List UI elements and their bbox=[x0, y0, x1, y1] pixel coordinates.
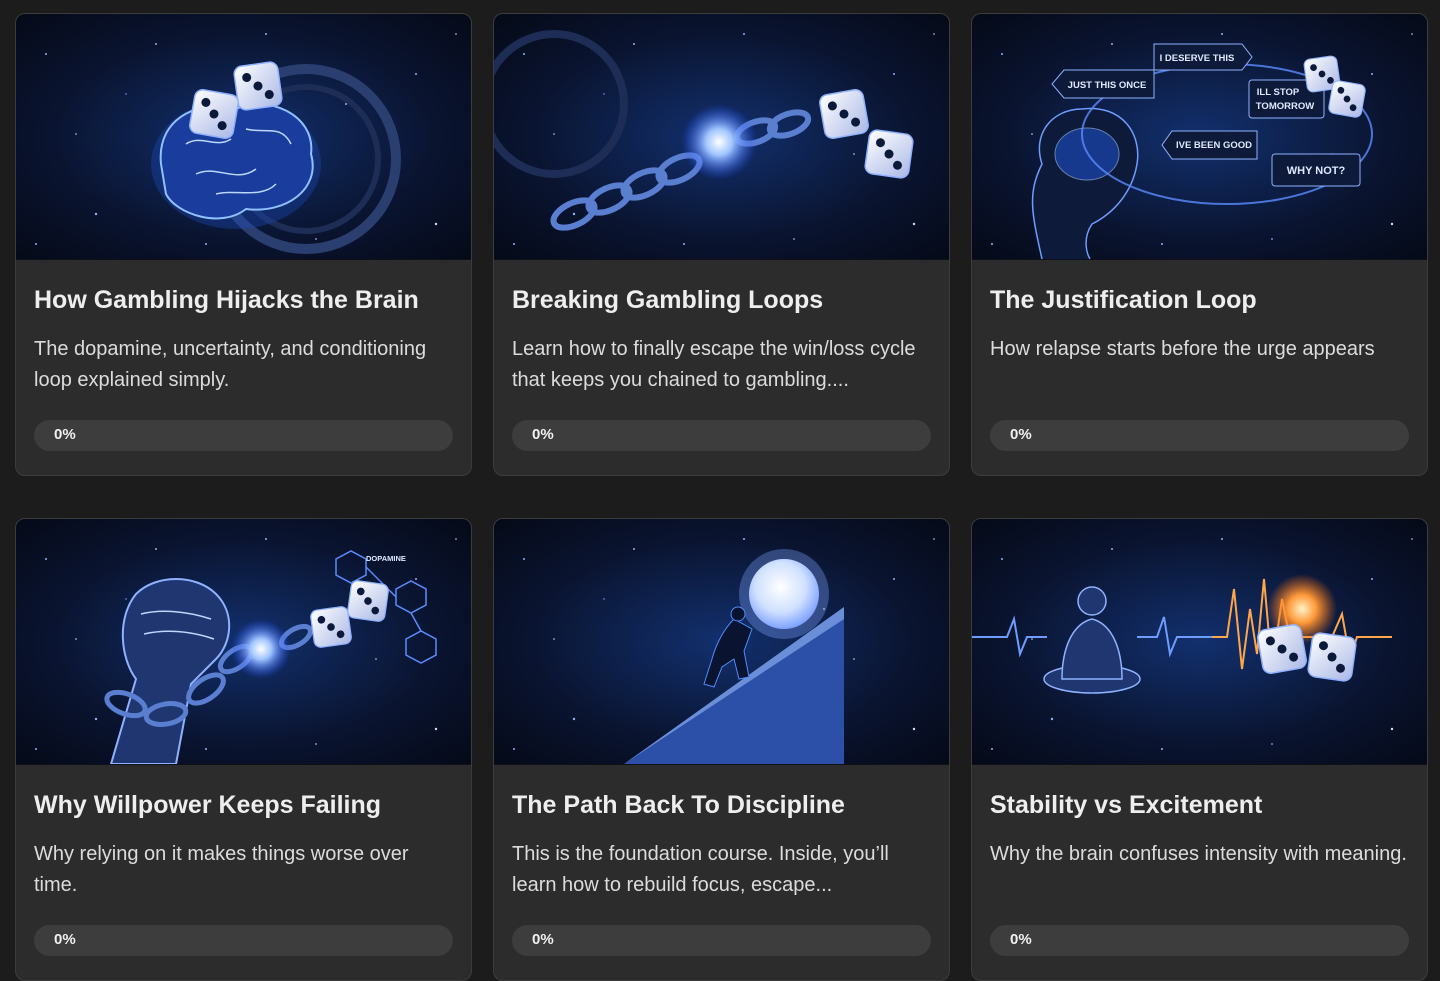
course-title: The Justification Loop bbox=[990, 286, 1257, 314]
progress-bar: 0% bbox=[34, 420, 453, 451]
course-card[interactable]: Stability vs Excitement Why the brain co… bbox=[971, 518, 1428, 981]
chain-dice-illustration bbox=[494, 14, 949, 260]
course-title: Why Willpower Keeps Failing bbox=[34, 791, 382, 819]
tag-ive-been-good: IVE BEEN GOOD bbox=[1176, 140, 1252, 151]
course-card[interactable]: DOPAMINE Why Willpower Keeps Failing Why… bbox=[15, 518, 472, 981]
climber-illustration bbox=[494, 519, 949, 765]
course-title: Breaking Gambling Loops bbox=[512, 286, 824, 314]
tag-i-deserve-this: I DESERVE THIS bbox=[1160, 53, 1235, 64]
course-card[interactable]: The Path Back To Discipline This is the … bbox=[493, 518, 950, 981]
progress-bar: 0% bbox=[990, 925, 1409, 956]
course-description: Why the brain confuses intensity with me… bbox=[990, 843, 1407, 865]
tag-ill-stop: ILL STOP bbox=[1257, 87, 1300, 98]
course-description: Why relying on it makes things worse ove… bbox=[34, 843, 409, 896]
fist-chain-illustration: DOPAMINE bbox=[16, 519, 471, 765]
progress-label: 0% bbox=[1010, 931, 1032, 948]
dopamine-label: DOPAMINE bbox=[366, 554, 406, 563]
progress-bar: 0% bbox=[512, 420, 931, 451]
course-title: Stability vs Excitement bbox=[990, 791, 1263, 819]
course-description: This is the foundation course. Inside, y… bbox=[512, 843, 889, 896]
course-card[interactable]: Breaking Gambling Loops Learn how to fin… bbox=[493, 13, 950, 476]
progress-bar: 0% bbox=[990, 420, 1409, 451]
progress-label: 0% bbox=[1010, 426, 1032, 443]
progress-label: 0% bbox=[532, 931, 554, 948]
progress-bar: 0% bbox=[34, 925, 453, 956]
course-grid: How Gambling Hijacks the Brain The dopam… bbox=[15, 13, 1429, 981]
thought-loop-illustration: I DESERVE THIS JUST THIS ONCE ILL STOP T… bbox=[972, 14, 1427, 260]
progress-label: 0% bbox=[532, 426, 554, 443]
meditation-illustration bbox=[972, 519, 1427, 765]
course-description: How relapse starts before the urge appea… bbox=[990, 338, 1375, 360]
progress-bar: 0% bbox=[512, 925, 931, 956]
progress-label: 0% bbox=[54, 426, 76, 443]
course-card[interactable]: How Gambling Hijacks the Brain The dopam… bbox=[15, 13, 472, 476]
course-card[interactable]: I DESERVE THIS JUST THIS ONCE ILL STOP T… bbox=[971, 13, 1428, 476]
course-title: How Gambling Hijacks the Brain bbox=[34, 286, 419, 314]
course-description: The dopamine, uncertainty, and condition… bbox=[34, 338, 427, 391]
brain-dice-illustration bbox=[16, 14, 471, 260]
tag-just-this-once: JUST THIS ONCE bbox=[1068, 80, 1147, 91]
tag-why-not: WHY NOT? bbox=[1287, 165, 1346, 177]
course-description: Learn how to finally escape the win/loss… bbox=[512, 338, 916, 391]
tag-tomorrow: TOMORROW bbox=[1256, 101, 1314, 112]
progress-label: 0% bbox=[54, 931, 76, 948]
course-title: The Path Back To Discipline bbox=[512, 791, 845, 819]
